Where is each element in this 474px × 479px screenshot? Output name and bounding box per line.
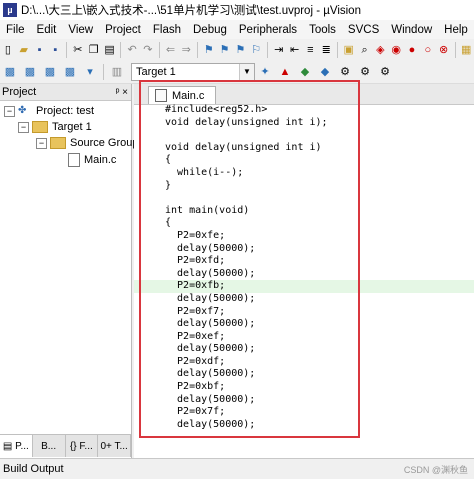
indent-icon[interactable]: ⇥ (273, 42, 285, 58)
project-tab-icon: ▤ P... (2, 440, 29, 452)
project-panel-header: Project ᵖ × (0, 84, 131, 101)
save-icon[interactable]: ▪ (34, 42, 46, 58)
menu-tools[interactable]: Tools (303, 24, 342, 36)
tab-functions[interactable]: {} F... (66, 435, 99, 457)
project-panel-title: Project (2, 86, 37, 98)
window-title: D:\...\大三上\嵌入式技术-...\51单片机学习\测试\test.uvp… (21, 5, 361, 17)
translate-icon[interactable]: ▩ (2, 64, 18, 80)
breakpoint-disable-icon[interactable]: ○ (422, 42, 434, 58)
tree-label-group: Source Group (70, 137, 139, 149)
toolbar-separator (197, 42, 198, 58)
tab-templates[interactable]: 0+ T... (98, 435, 131, 457)
menu-window[interactable]: Window (385, 24, 438, 36)
main-toolbar: ▯ ▰ ▪ ▪ ✂ ❐ ▤ ↶ ↷ ⇐ ⇒ ⚑ ⚑ ⚑ ⚐ ⇥ ⇤ ≡ ≣ ▣ … (0, 39, 474, 62)
highlight-annotation-box (139, 80, 360, 438)
watermark: CSDN @渊秋鱼 (403, 465, 468, 475)
redo-icon[interactable]: ↷ (142, 42, 154, 58)
cut-icon[interactable]: ✂ (72, 42, 84, 58)
project-icon: ✤ (18, 105, 27, 116)
find-in-files-icon[interactable]: ▣ (343, 42, 355, 58)
target-options-icon[interactable]: ✦ (257, 64, 273, 80)
tab-templates-label: 0+ T... (100, 440, 128, 452)
menu-file[interactable]: File (0, 24, 31, 36)
collapse-icon[interactable]: − (36, 137, 47, 149)
manage-components-icon[interactable]: ⚙ (377, 64, 393, 80)
target-folder-icon (32, 121, 48, 133)
tree-label-file: Main.c (84, 154, 117, 166)
uvision-app-icon: µ (3, 3, 17, 17)
toolbar-separator (158, 42, 160, 58)
menu-flash[interactable]: Flash (147, 24, 187, 36)
toolbar-separator (103, 64, 104, 80)
breakpoint-clear-icon[interactable]: ⊗ (438, 42, 450, 58)
chevron-down-icon[interactable]: ▼ (239, 64, 254, 80)
tree-node-group[interactable]: − Source Group (36, 137, 138, 149)
menu-help[interactable]: Help (438, 24, 474, 36)
incremental-find-icon[interactable]: ◈ (374, 42, 386, 58)
file-extensions-icon[interactable]: ▲ (277, 64, 293, 80)
tab-functions-label: {} F... (69, 440, 93, 452)
run-time-env-icon[interactable]: ⚙ (357, 64, 373, 80)
open-folder-icon[interactable]: ▰ (18, 42, 30, 58)
close-icon[interactable]: ᵖ × (116, 87, 131, 98)
toolbar-separator (120, 42, 122, 58)
menu-edit[interactable]: Edit (31, 24, 63, 36)
rebuild-icon[interactable]: ▩ (42, 64, 58, 80)
target-select-value: Target 1 (136, 66, 176, 78)
uncomment-icon[interactable]: ≣ (320, 42, 332, 58)
bookmark-next-icon[interactable]: ⚑ (235, 42, 247, 58)
find-icon[interactable]: ⌕ (359, 42, 371, 58)
collapse-icon[interactable]: − (18, 121, 29, 133)
project-panel: Project ᵖ × − ✤ Project: test − Target 1… (0, 84, 138, 458)
build-icon[interactable]: ▩ (22, 64, 38, 80)
pack-installer-icon[interactable]: ⚙ (337, 64, 353, 80)
project-bottom-tabs: ▤ P... B... {} F... 0+ T... (0, 434, 131, 457)
tree-label-target: Target 1 (52, 121, 92, 133)
tab-books[interactable]: B... (33, 435, 66, 457)
target-select[interactable]: Target 1 ▼ (131, 63, 255, 81)
stop-build-icon[interactable]: ▥ (109, 64, 125, 80)
debug-session-icon[interactable]: ◉ (390, 42, 402, 58)
menu-project[interactable]: Project (99, 24, 147, 36)
tree-node-project[interactable]: − ✤ Project: test (4, 105, 94, 117)
tab-project[interactable]: ▤ P... (0, 435, 33, 457)
menu-svcs[interactable]: SVCS (342, 24, 385, 36)
menu-bar: File Edit View Project Flash Debug Perip… (0, 20, 474, 39)
navigate-back-icon[interactable]: ⇐ (165, 42, 177, 58)
toolbar-separator (66, 42, 67, 58)
bookmark-icon[interactable]: ⚑ (203, 42, 215, 58)
copy-icon[interactable]: ❐ (88, 42, 100, 58)
undo-icon[interactable]: ↶ (126, 42, 138, 58)
toolbar-separator (337, 42, 338, 58)
menu-debug[interactable]: Debug (187, 24, 233, 36)
download-icon[interactable]: ▾ (82, 64, 98, 80)
tree-node-target[interactable]: − Target 1 (18, 121, 92, 133)
tree-node-file[interactable]: Main.c (68, 153, 116, 167)
build-output-label[interactable]: Build Output (0, 463, 64, 475)
bookmark-clear-icon[interactable]: ⚐ (250, 42, 262, 58)
bookmark-prev-icon[interactable]: ⚑ (219, 42, 231, 58)
breakpoint-icon[interactable]: ● (406, 42, 418, 58)
select-packs-icon[interactable]: ◆ (317, 64, 333, 80)
window-config-icon[interactable]: ▦ (460, 42, 472, 58)
toolbar-separator (267, 42, 268, 58)
paste-icon[interactable]: ▤ (104, 42, 116, 58)
menu-view[interactable]: View (62, 24, 99, 36)
tree-label-project: Project: test (36, 105, 95, 117)
folder-icon (50, 137, 66, 149)
new-file-icon[interactable]: ▯ (2, 42, 14, 58)
title-bar: µ D:\...\大三上\嵌入式技术-...\51单片机学习\测试\test.u… (0, 0, 474, 20)
tab-books-label: B... (41, 440, 57, 452)
manage-rte-icon[interactable]: ◆ (297, 64, 313, 80)
comment-icon[interactable]: ≡ (304, 42, 316, 58)
unindent-icon[interactable]: ⇤ (289, 42, 301, 58)
batch-build-icon[interactable]: ▩ (62, 64, 78, 80)
toolbar-separator (454, 42, 456, 58)
c-file-icon (68, 153, 80, 167)
collapse-icon[interactable]: − (4, 105, 15, 117)
menu-peripherals[interactable]: Peripherals (233, 24, 303, 36)
navigate-forward-icon[interactable]: ⇒ (180, 42, 192, 58)
save-all-icon[interactable]: ▪ (49, 42, 61, 58)
